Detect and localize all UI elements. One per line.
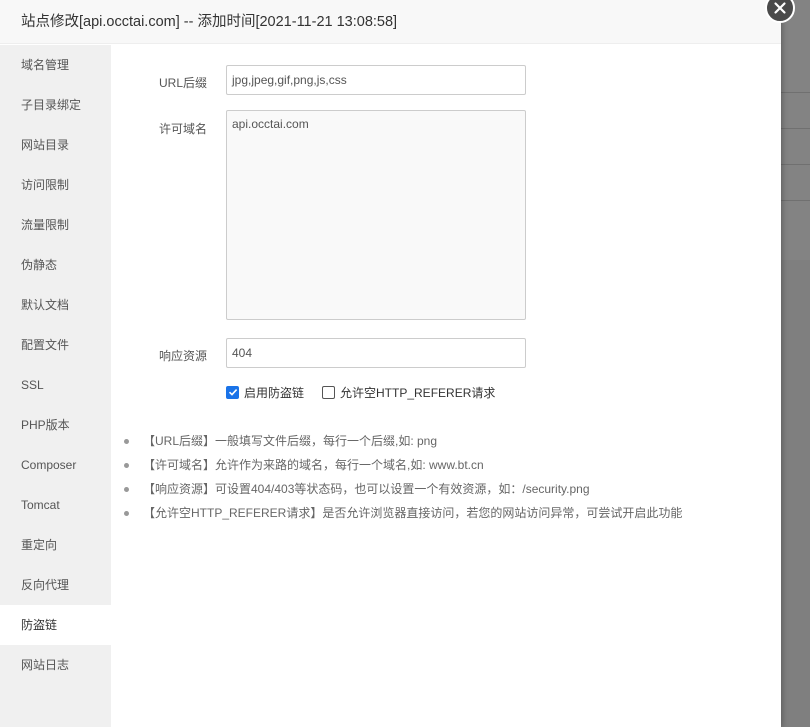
site-edit-dialog: 站点修改[api.occtai.com] -- 添加时间[2021-11-21 … xyxy=(0,0,781,727)
allow-empty-referer-label: 允许空HTTP_REFERER请求 xyxy=(340,385,496,400)
background-divider xyxy=(781,200,810,201)
background-divider xyxy=(781,92,810,93)
sidebar-item-site-directory[interactable]: 网站目录 xyxy=(0,125,111,165)
enable-hotlink-label: 启用防盗链 xyxy=(244,385,305,400)
sidebar-item-access-restriction[interactable]: 访问限制 xyxy=(0,165,111,205)
sidebar-item-subdirectory-binding[interactable]: 子目录绑定 xyxy=(0,85,111,125)
sidebar-item-php-version[interactable]: PHP版本 xyxy=(0,405,111,445)
sidebar-item-redirect[interactable]: 重定向 xyxy=(0,525,111,565)
dialog-title: 站点修改[api.occtai.com] -- 添加时间[2021-11-21 … xyxy=(0,0,781,44)
background-panel xyxy=(781,0,810,260)
sidebar-item-ssl[interactable]: SSL xyxy=(0,365,111,405)
help-item: 【允许空HTTP_REFERER请求】是否允许浏览器直接访问，若您的网站访问异常… xyxy=(124,501,682,525)
response-resource-label: 响应资源 xyxy=(158,349,207,363)
help-text: 【URL后缀】一般填写文件后缀，每行一个后缀,如: png xyxy=(143,434,438,448)
bullet-icon xyxy=(124,486,129,492)
response-resource-input[interactable]: 404 xyxy=(226,338,526,368)
help-text: 【许可域名】允许作为来路的域名，每行一个域名,如: www.bt.cn xyxy=(143,458,484,472)
bullet-icon xyxy=(124,462,129,468)
sidebar-item-config-file[interactable]: 配置文件 xyxy=(0,325,111,365)
allow-empty-referer-checkbox[interactable]: 允许空HTTP_REFERER请求 xyxy=(322,384,495,401)
background-page xyxy=(781,0,810,727)
sidebar-item-default-document[interactable]: 默认文档 xyxy=(0,285,111,325)
url-suffix-label: URL后缀 xyxy=(158,76,207,90)
background-divider xyxy=(781,128,810,129)
allowed-domains-label: 许可域名 xyxy=(158,122,207,136)
sidebar-item-tomcat[interactable]: Tomcat xyxy=(0,485,111,525)
sidebar-item-rewrite[interactable]: 伪静态 xyxy=(0,245,111,285)
sidebar-nav: 域名管理 子目录绑定 网站目录 访问限制 流量限制 伪静态 默认文档 配置文件 … xyxy=(0,45,111,727)
close-icon xyxy=(774,2,786,14)
checkmark-icon xyxy=(228,389,237,396)
bullet-icon xyxy=(124,438,129,444)
help-item: 【响应资源】可设置404/403等状态码，也可以设置一个有效资源，如：/secu… xyxy=(124,477,682,501)
sidebar-item-reverse-proxy[interactable]: 反向代理 xyxy=(0,565,111,605)
checked-box-icon[interactable] xyxy=(226,385,239,399)
allowed-domains-textarea[interactable]: api.occtai.com xyxy=(226,110,526,320)
bullet-icon xyxy=(124,510,129,516)
help-item: 【许可域名】允许作为来路的域名，每行一个域名,如: www.bt.cn xyxy=(124,453,682,477)
sidebar-item-hotlink-protection[interactable]: 防盗链 xyxy=(0,605,111,645)
help-item: 【URL后缀】一般填写文件后缀，每行一个后缀,如: png xyxy=(124,429,682,453)
help-text: 【响应资源】可设置404/403等状态码，也可以设置一个有效资源，如：/secu… xyxy=(143,482,590,496)
sidebar-item-site-log[interactable]: 网站日志 xyxy=(0,645,111,685)
unchecked-box-icon[interactable] xyxy=(322,385,336,399)
sidebar-item-composer[interactable]: Composer xyxy=(0,445,111,485)
sidebar-item-traffic-limit[interactable]: 流量限制 xyxy=(0,205,111,245)
enable-hotlink-checkbox[interactable]: 启用防盗链 xyxy=(226,384,304,401)
help-list: 【URL后缀】一般填写文件后缀，每行一个后缀,如: png 【许可域名】允许作为… xyxy=(124,429,682,525)
help-text: 【允许空HTTP_REFERER请求】是否允许浏览器直接访问，若您的网站访问异常… xyxy=(143,506,683,520)
options-group: 启用防盗链 允许空HTTP_REFERER请求 xyxy=(226,382,513,402)
background-divider xyxy=(781,164,810,165)
sidebar-item-domain-management[interactable]: 域名管理 xyxy=(0,45,111,85)
url-suffix-input[interactable]: jpg,jpeg,gif,png,js,css xyxy=(226,65,526,95)
hotlink-protection-panel: URL后缀 jpg,jpeg,gif,png,js,css 许可域名 api.o… xyxy=(111,45,781,727)
